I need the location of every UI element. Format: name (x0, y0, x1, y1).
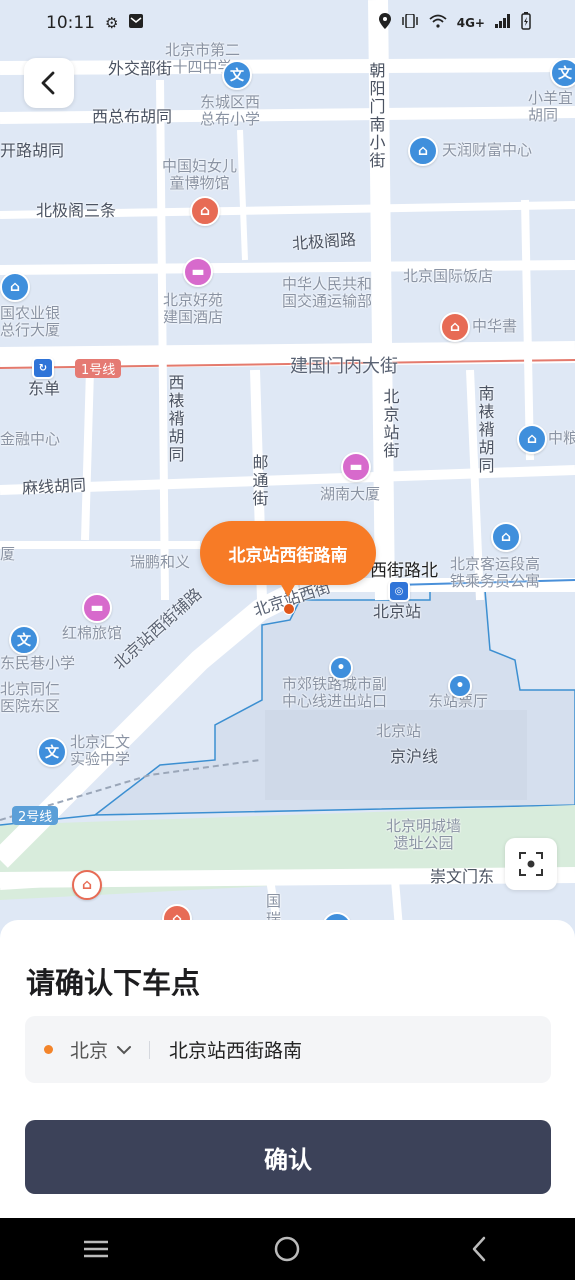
map-label: 外交部街 (108, 59, 173, 78)
drop-off-sheet: 请确认下车点 北京 北京站西街路南 确认 (0, 920, 575, 1218)
map-label: 中粮 (548, 429, 575, 447)
drop-off-pin-dot (283, 603, 295, 615)
road-label: 邮通街 (252, 453, 269, 508)
back-button[interactable] (24, 58, 74, 108)
system-nav-bar (0, 1218, 575, 1280)
menu-icon (83, 1240, 108, 1258)
metro-line-badge: 2号线 (12, 806, 59, 825)
menu-button[interactable] (66, 1229, 126, 1269)
map-label: 北京明城墙 遗址公园 (386, 817, 462, 852)
status-bar: 10:11 ⚙ 4G+ (0, 0, 575, 46)
metro-station-icon[interactable]: ◎ (388, 580, 410, 602)
map-label: 麻线胡同 (21, 475, 87, 498)
school-poi-icon[interactable]: 文 (9, 625, 39, 655)
metro-line-badge: 1号线 (75, 359, 122, 378)
status-time: 10:11 (46, 13, 95, 33)
map-label: 西街路北 (370, 561, 438, 581)
sheet-title: 请确认下车点 (26, 966, 201, 1000)
ticket-poi-icon[interactable]: • (448, 674, 472, 698)
map-label: 国农业银 总行大厦 (0, 304, 61, 339)
map-label: 红棉旅馆 (62, 624, 123, 642)
map-label: 厦 (0, 545, 16, 563)
map-label: 北京同仁 医院东区 (0, 680, 61, 715)
map-label: 金融中心 (0, 430, 61, 448)
office-poi-icon[interactable]: ⌂ (491, 522, 521, 552)
signal-icon (495, 14, 511, 32)
landmark-poi-icon[interactable]: ⌂ (440, 312, 470, 342)
map-view[interactable]: 北京市第二 十四中学 外交部街 东城区西 总布小学 西总布胡同 中国妇女儿 童博… (0, 0, 575, 940)
map-label: 中国妇女儿 童博物馆 (162, 157, 238, 192)
map-label: 市郊铁路城市副 中心线进出站口 (282, 675, 388, 710)
back-arrow-icon (41, 71, 55, 95)
map-label: 东城区西 总布小学 (200, 93, 261, 128)
map-label: 瑞鹏和义 (130, 553, 191, 571)
locate-button[interactable] (505, 838, 557, 890)
office-poi-icon[interactable]: ⌂ (408, 136, 438, 166)
map-label: 小羊宜 胡同 (528, 89, 574, 124)
road-label: 北京站街 (383, 387, 400, 460)
road-label: 南裱褙胡同 (478, 384, 495, 475)
drop-off-pin-tail (280, 583, 296, 597)
network-type: 4G+ (456, 16, 485, 30)
nav-back-button[interactable] (449, 1229, 509, 1269)
mail-icon (128, 13, 144, 33)
map-label: 北京好苑 建国酒店 (163, 291, 224, 326)
office-poi-icon[interactable]: ⌂ (517, 424, 547, 454)
landmark-poi-icon[interactable]: ⌂ (72, 870, 102, 900)
map-label: 北京国际饭店 (403, 267, 494, 285)
bank-poi-icon[interactable]: ⌂ (0, 272, 30, 302)
map-label: 开路胡同 (0, 141, 65, 160)
school-poi-icon[interactable]: 文 (222, 60, 252, 90)
wifi-icon (429, 14, 447, 32)
map-label: 京沪线 (390, 747, 439, 766)
divider (149, 1040, 151, 1059)
locate-icon (519, 852, 543, 876)
map-label: 北京站 (376, 722, 422, 740)
address-dot (44, 1045, 53, 1054)
museum-poi-icon[interactable]: ⌂ (190, 196, 220, 226)
school-poi-icon[interactable]: 文 (550, 58, 575, 88)
chevron-down-icon (117, 1045, 132, 1054)
map-label: 中华書 (472, 317, 518, 335)
entrance-poi-icon[interactable]: • (329, 656, 353, 680)
map-label: 北极阁三条 (36, 201, 117, 220)
home-circle-icon (275, 1236, 300, 1262)
road-label: 朝阳门南小街 (369, 61, 386, 170)
location-icon (378, 13, 391, 33)
home-button[interactable] (257, 1229, 317, 1269)
map-label: 中华人民共和 国交通运输部 (282, 275, 373, 310)
city-selector[interactable]: 北京 (70, 1036, 132, 1063)
map-label: 崇文门东 (430, 867, 495, 886)
metro-station-icon[interactable]: ↻ (32, 357, 54, 379)
drop-off-pin-label: 北京站西街路南 (200, 521, 376, 585)
hotel-poi-icon[interactable]: ▬ (82, 593, 112, 623)
hotel-poi-icon[interactable]: ▬ (183, 257, 213, 287)
vibrate-icon (401, 13, 419, 32)
battery-icon (521, 12, 531, 34)
map-label: 西总布胡同 (92, 107, 173, 126)
map-label: 天润财富中心 (442, 141, 533, 159)
map-label: 北京客运段高 铁乘务员公寓 (450, 555, 541, 590)
road-label: 建国门内大街 (290, 356, 398, 377)
hotel-poi-icon[interactable]: ▬ (341, 452, 371, 482)
map-label: 东民巷小学 (0, 654, 76, 672)
confirm-button[interactable]: 确认 (25, 1120, 551, 1194)
settings-icon: ⚙ (105, 14, 119, 32)
map-label: 东单 (28, 379, 61, 398)
address-field[interactable]: 北京 北京站西街路南 (25, 1016, 551, 1083)
nav-back-icon (472, 1236, 486, 1262)
road-label: 西裱褙胡同 (168, 373, 185, 464)
map-label: 北京站 (373, 602, 422, 621)
school-poi-icon[interactable]: 文 (37, 737, 67, 767)
map-label: 湖南大厦 (320, 485, 381, 503)
city-label: 北京 (70, 1040, 109, 1062)
map-label: 北京汇文 实验中学 (70, 733, 131, 768)
address-text[interactable]: 北京站西街路南 (169, 1036, 302, 1063)
map-label: 北极阁路 (291, 229, 357, 254)
